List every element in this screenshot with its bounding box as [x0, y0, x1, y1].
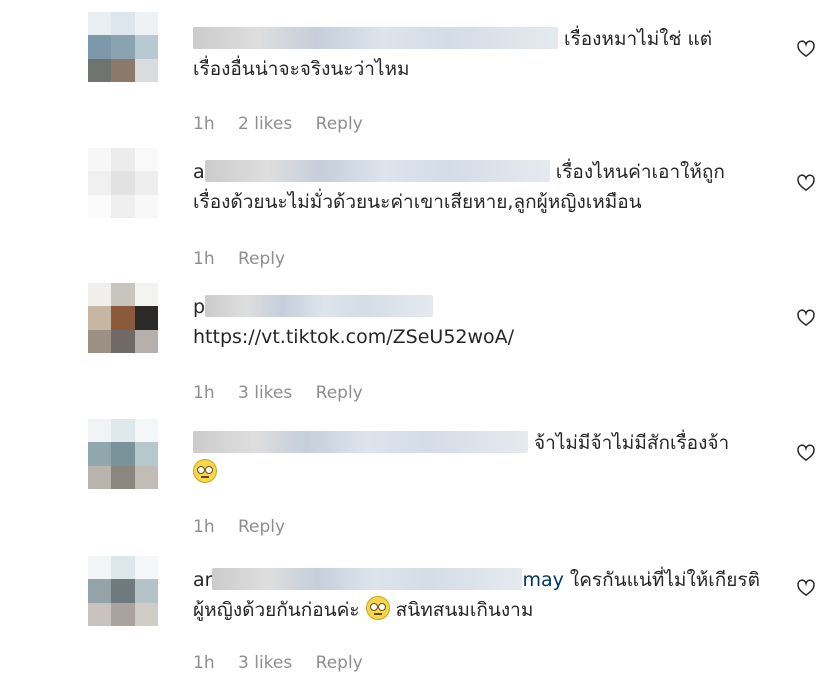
comment-username[interactable]: ar — [193, 569, 212, 591]
comment-meta: 1h Reply — [193, 249, 303, 269]
comment-line-1: จ้าไม่มีจ้าไม่มีสักเรื่องจ้า — [534, 432, 730, 454]
likes-count[interactable]: 3 likes — [238, 383, 292, 403]
comment-text: จ้าไม่มีจ้าไม่มีสักเรื่องจ้า — [193, 428, 778, 488]
redacted-username[interactable] — [205, 295, 434, 317]
heart-outline-icon[interactable] — [796, 39, 816, 59]
avatar[interactable] — [88, 419, 158, 489]
avatar[interactable] — [88, 12, 158, 82]
timestamp[interactable]: 1h — [193, 653, 215, 673]
face-with-rolling-eyes-emoji — [365, 596, 390, 620]
heart-outline-icon[interactable] — [796, 173, 816, 193]
heart-outline-icon[interactable] — [796, 308, 816, 328]
comment-line-1: เรื่องไหนค่าเอาให้ถูก — [555, 161, 725, 183]
avatar[interactable] — [88, 148, 158, 218]
likes-count[interactable]: 2 likes — [238, 114, 292, 134]
comment-meta: 1h 3 likes Reply — [193, 653, 381, 673]
comment-line-2b: สนิทสนมเกินงาม — [395, 599, 534, 621]
comment-line-2: เรื่องด้วยนะไม่มั่วด้วยนะค่าเขาเสียหาย,ล… — [193, 191, 642, 213]
timestamp[interactable]: 1h — [193, 383, 215, 403]
comment-text: a เรื่องไหนค่าเอาให้ถูก เรื่องด้วยนะไม่ม… — [193, 157, 778, 217]
comment-text: ar may ใครกันแน่ที่ไม่ให้เกียรติ ผู้หญิงด… — [193, 565, 778, 625]
comment-text: เรื่องหมาไม่ใช่ แต่ เรื่องอื่นน่าจะจริงน… — [193, 24, 778, 84]
comment-username[interactable]: a — [193, 161, 205, 183]
redacted-username[interactable] — [193, 27, 558, 49]
comment-username[interactable]: p — [193, 296, 205, 318]
comment-text: p https://vt.tiktok.com/ZSeU52woA/ — [193, 292, 778, 352]
comment-line-2: เรื่องอื่นน่าจะจริงนะว่าไหม — [193, 58, 410, 80]
comment-meta: 1h 2 likes Reply — [193, 114, 381, 134]
face-with-rolling-eyes-emoji — [193, 459, 217, 483]
likes-count[interactable]: 3 likes — [238, 653, 292, 673]
avatar[interactable] — [88, 556, 158, 626]
heart-outline-icon[interactable] — [796, 443, 816, 463]
comment-meta: 1h 3 likes Reply — [193, 383, 381, 403]
reply-button[interactable]: Reply — [316, 383, 363, 403]
redacted-username[interactable] — [193, 431, 528, 453]
reply-button[interactable]: Reply — [316, 114, 363, 134]
comment-line-1: เรื่องหมาไม่ใช่ แต่ — [564, 28, 713, 50]
redacted-username[interactable] — [204, 160, 550, 182]
heart-outline-icon[interactable] — [796, 578, 816, 598]
reply-button[interactable]: Reply — [238, 249, 285, 269]
comment-line-1: ใครกันแน่ที่ไม่ให้เกียรติ — [569, 569, 760, 591]
comment-link[interactable]: https://vt.tiktok.com/ZSeU52woA/ — [193, 326, 514, 348]
timestamp[interactable]: 1h — [193, 114, 215, 134]
comment-meta: 1h Reply — [193, 517, 303, 537]
redacted-username[interactable] — [212, 568, 523, 590]
reply-button[interactable]: Reply — [316, 653, 363, 673]
reply-button[interactable]: Reply — [238, 517, 285, 537]
comment-line-2: ผู้หญิงด้วยกันก่อนค่ะ — [193, 599, 360, 621]
mention-link[interactable]: may — [522, 569, 563, 591]
avatar[interactable] — [88, 283, 158, 353]
timestamp[interactable]: 1h — [193, 249, 215, 269]
timestamp[interactable]: 1h — [193, 517, 215, 537]
